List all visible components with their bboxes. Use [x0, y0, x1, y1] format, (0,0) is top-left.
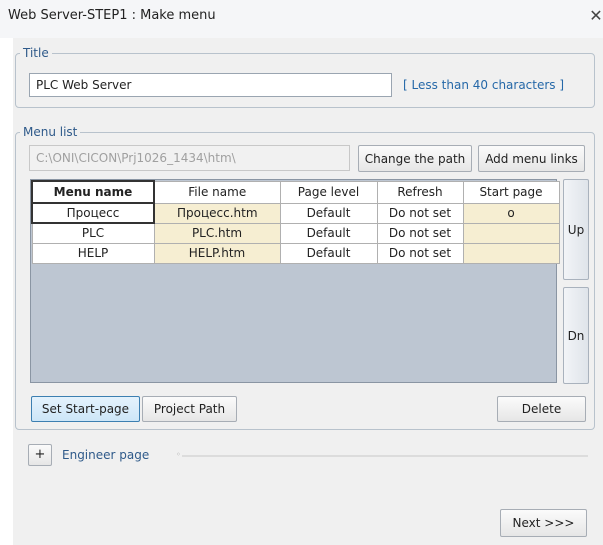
cell-menu-name[interactable]: HELP — [31, 242, 155, 264]
title-group-legend: Title — [23, 46, 49, 60]
move-down-button[interactable]: Dn — [563, 287, 589, 384]
title-length-hint: [ Less than 40 characters ] — [403, 78, 565, 92]
column-header-start-page[interactable]: Start page — [462, 180, 560, 204]
table-row[interactable]: PLC PLC.htm Default Do not set — [31, 222, 560, 244]
engineer-page-label: Engineer page — [62, 448, 150, 462]
project-path-button[interactable]: Project Path — [142, 396, 237, 422]
cell-start-page[interactable] — [462, 242, 560, 264]
make-menu-window: Web Server-STEP1 : Make menu ✕ Title PLC… — [0, 0, 603, 545]
menu-grid[interactable]: Menu name File name Page level Refresh S… — [30, 179, 560, 383]
close-icon[interactable]: ✕ — [586, 5, 603, 27]
menu-table: Menu name File name Page level Refresh S… — [31, 180, 560, 264]
cell-menu-name[interactable]: Процесс — [31, 202, 155, 224]
cell-page-level[interactable]: Default — [279, 202, 378, 224]
table-header-row: Menu name File name Page level Refresh S… — [31, 180, 560, 204]
cell-file-name[interactable]: HELP.htm — [153, 242, 281, 264]
table-row[interactable]: HELP HELP.htm Default Do not set — [31, 242, 560, 264]
move-up-label: Up — [567, 222, 585, 237]
cell-refresh[interactable]: Do not set — [376, 242, 464, 264]
cell-page-level[interactable]: Default — [279, 222, 378, 244]
title-input[interactable]: PLC Web Server — [29, 73, 392, 97]
section-divider — [182, 455, 588, 457]
expand-engineer-page-button[interactable]: + — [28, 444, 52, 466]
window-titlebar: Web Server-STEP1 : Make menu ✕ — [0, 0, 603, 38]
path-input: C:\ONI\CICON\Prj1026_1434\htm\ — [29, 145, 350, 171]
set-start-page-button[interactable]: Set Start-page — [31, 396, 140, 422]
cell-file-name[interactable]: PLC.htm — [153, 222, 281, 244]
engineer-page-section: + Engineer page ◦ — [28, 444, 588, 468]
window-title: Web Server-STEP1 : Make menu — [8, 8, 216, 23]
cell-refresh[interactable]: Do not set — [376, 202, 464, 224]
cell-start-page[interactable]: o — [462, 202, 560, 224]
cell-refresh[interactable]: Do not set — [376, 222, 464, 244]
next-button[interactable]: Next >>> — [500, 509, 587, 537]
cell-file-name[interactable]: Процесс.htm — [153, 202, 281, 224]
change-path-button[interactable]: Change the path — [358, 145, 472, 172]
move-up-button[interactable]: Up — [563, 179, 589, 280]
delete-button[interactable]: Delete — [497, 396, 586, 422]
column-header-menu-name[interactable]: Menu name — [31, 180, 155, 204]
cell-page-level[interactable]: Default — [279, 242, 378, 264]
menu-list-legend: Menu list — [23, 125, 78, 139]
table-row[interactable]: Процесс Процесс.htm Default Do not set o — [31, 202, 560, 224]
move-down-label: Dn — [567, 328, 585, 343]
column-header-refresh[interactable]: Refresh — [376, 180, 464, 204]
cell-menu-name[interactable]: PLC — [31, 222, 155, 244]
add-menu-links-button[interactable]: Add menu links — [478, 145, 585, 172]
column-header-file-name[interactable]: File name — [153, 180, 281, 204]
cell-start-page[interactable] — [462, 222, 560, 244]
column-header-page-level[interactable]: Page level — [279, 180, 378, 204]
